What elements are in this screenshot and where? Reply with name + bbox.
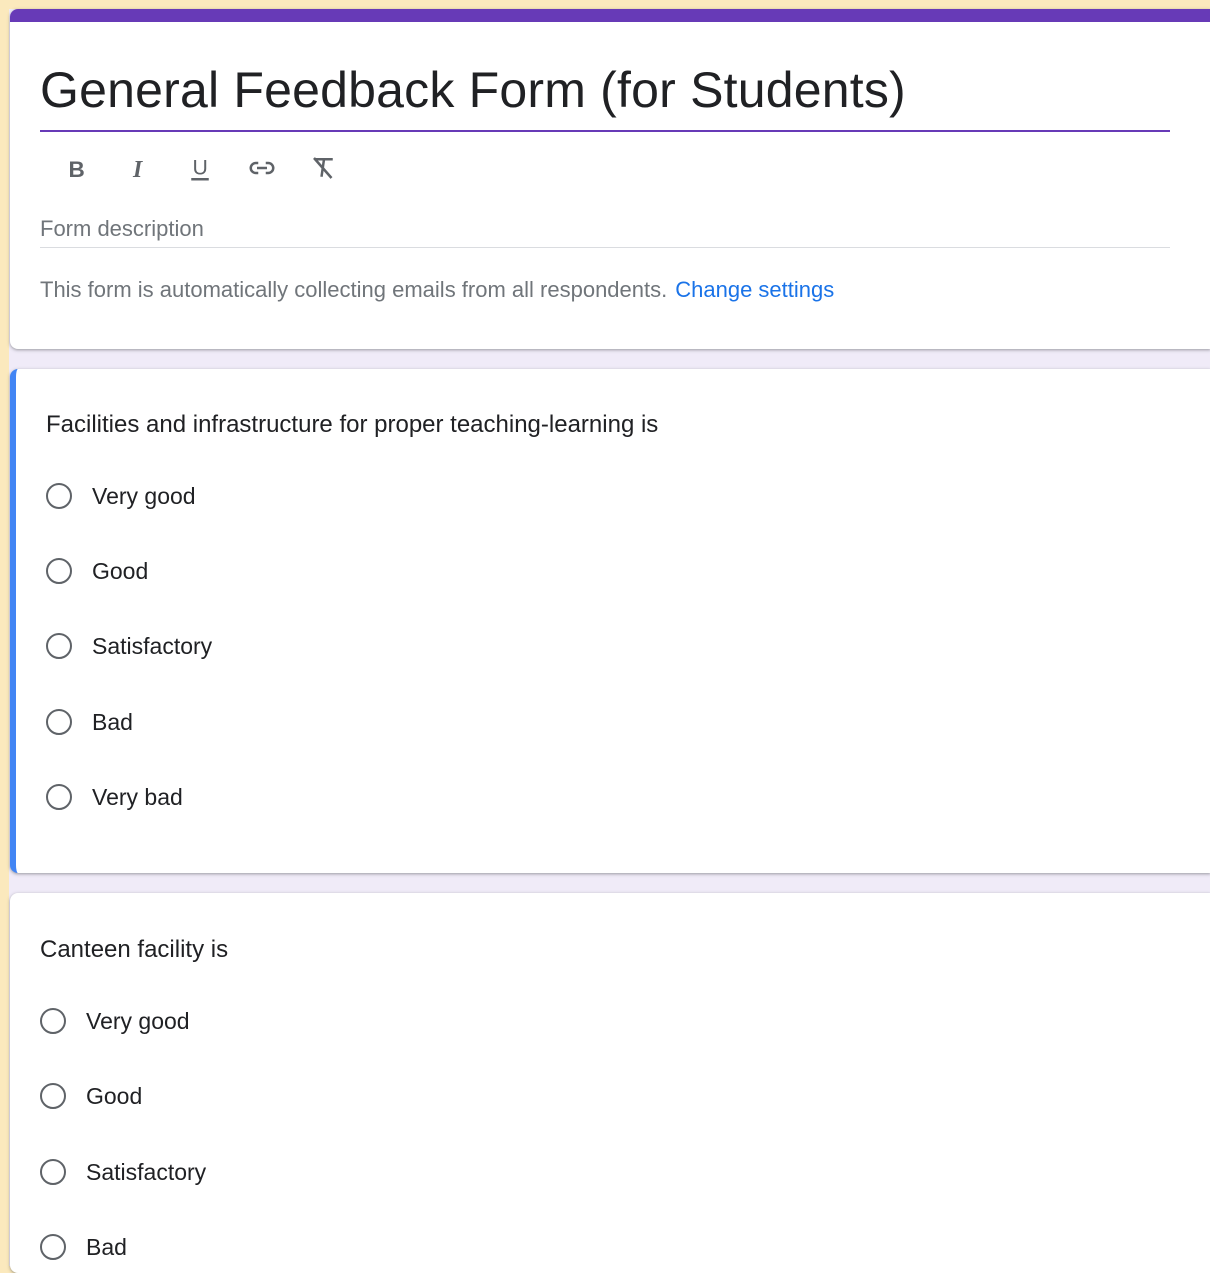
option-label: Very bad — [92, 783, 183, 810]
radio-button[interactable] — [40, 1008, 66, 1034]
title-focus-underline — [40, 130, 1170, 132]
email-notice-text: This form is automatically collecting em… — [40, 277, 668, 302]
underline-icon: U — [191, 155, 209, 181]
form-title-input[interactable]: General Feedback Form (for Students) — [40, 61, 906, 119]
form-header-card[interactable]: General Feedback Form (for Students) B I… — [10, 9, 1210, 349]
option-bad[interactable]: Bad — [40, 1230, 127, 1264]
radio-button[interactable] — [46, 483, 72, 509]
radio-button[interactable] — [46, 709, 72, 735]
clear-formatting-icon — [313, 157, 333, 179]
svg-text:U: U — [193, 155, 208, 179]
theme-color-bar — [10, 9, 1210, 22]
option-label: Bad — [92, 708, 133, 735]
email-collection-notice: This form is automatically collecting em… — [40, 277, 834, 303]
option-good[interactable]: Good — [46, 554, 148, 588]
svg-text:B: B — [69, 157, 85, 182]
option-satisfactory[interactable]: Satisfactory — [40, 1155, 206, 1189]
question-title[interactable]: Canteen facility is — [40, 936, 228, 964]
option-label: Good — [86, 1082, 143, 1109]
option-label: Good — [92, 557, 149, 584]
radio-button[interactable] — [40, 1234, 66, 1260]
radio-button[interactable] — [40, 1083, 66, 1109]
option-label: Very good — [92, 482, 196, 509]
insert-link-button[interactable] — [238, 151, 286, 185]
form-description-input[interactable]: Form description — [40, 214, 1170, 248]
radio-button[interactable] — [46, 784, 72, 810]
question-title[interactable]: Facilities and infrastructure for proper… — [46, 411, 658, 439]
option-label: Satisfactory — [86, 1158, 207, 1185]
italic-button[interactable]: I — [114, 151, 162, 185]
link-icon — [249, 161, 275, 175]
radio-button[interactable] — [40, 1159, 66, 1185]
option-label: Bad — [86, 1233, 127, 1260]
italic-icon: I — [132, 157, 143, 183]
option-label: Satisfactory — [92, 632, 213, 659]
radio-button[interactable] — [46, 558, 72, 584]
option-label: Very good — [86, 1007, 190, 1034]
change-settings-link[interactable]: Change settings — [675, 277, 834, 302]
bold-button[interactable]: B — [52, 151, 100, 185]
option-bad[interactable]: Bad — [46, 705, 133, 739]
underline-button[interactable]: U — [176, 151, 224, 185]
option-satisfactory[interactable]: Satisfactory — [46, 629, 212, 663]
option-good[interactable]: Good — [40, 1079, 142, 1113]
option-very-good[interactable]: Very good — [40, 1004, 190, 1038]
clear-formatting-button[interactable] — [300, 151, 348, 185]
bold-icon: B — [69, 157, 85, 182]
svg-text:I: I — [132, 157, 143, 183]
option-very-bad[interactable]: Very bad — [46, 780, 183, 814]
question-card-1[interactable]: Facilities and infrastructure for proper… — [10, 369, 1210, 873]
question-card-2[interactable]: Canteen facility is Very good Good Satis… — [10, 893, 1210, 1273]
radio-button[interactable] — [46, 633, 72, 659]
option-very-good[interactable]: Very good — [46, 479, 196, 513]
text-format-toolbar: B I U — [52, 151, 348, 185]
